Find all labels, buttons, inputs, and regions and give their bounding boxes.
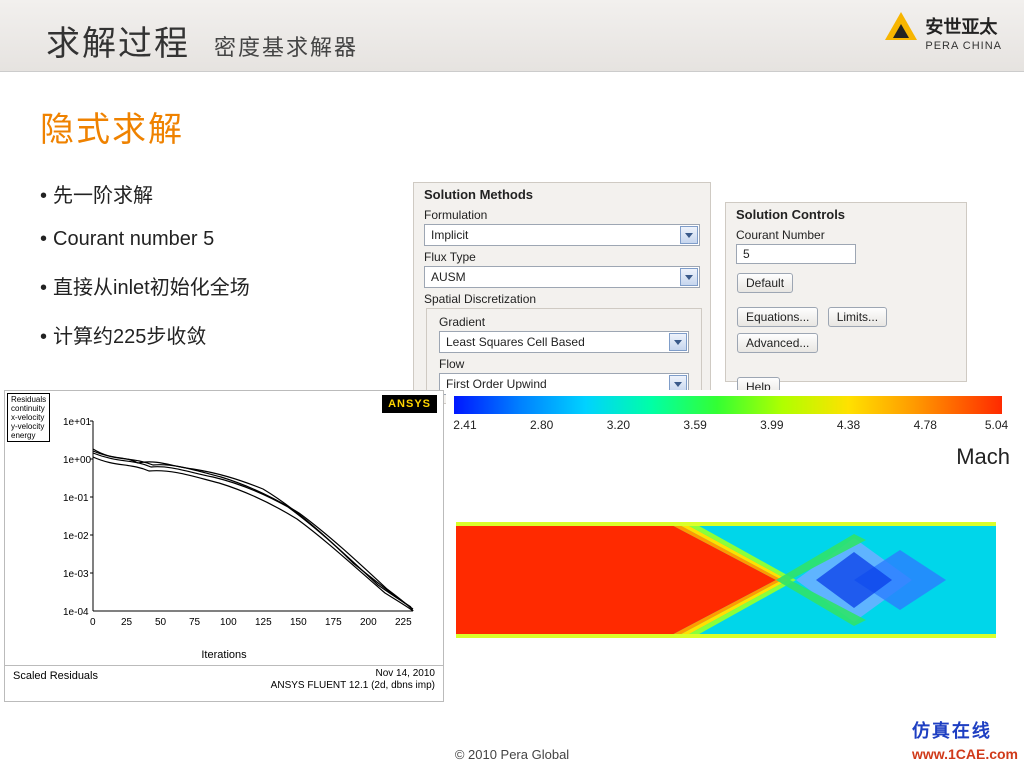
legend-item: x-velocity [11, 413, 46, 422]
bullet-list: 先一阶求解 Courant number 5 直接从inlet初始化全场 计算约… [40, 179, 380, 349]
svg-text:1e+01: 1e+01 [63, 417, 92, 428]
formulation-select[interactable]: Implicit [424, 224, 700, 246]
tick: 3.99 [760, 418, 783, 432]
mach-label: Mach [956, 444, 1010, 470]
section-heading: 隐式求解 [40, 102, 380, 151]
mach-contour-svg [456, 522, 996, 638]
tick: 3.59 [683, 418, 706, 432]
footer-left: Scaled Residuals [13, 670, 98, 682]
flux-type-label: Flux Type [424, 250, 710, 264]
legend-title: Residuals [11, 395, 46, 404]
select-value: Least Squares Cell Based [446, 335, 585, 349]
svg-text:1e+00: 1e+00 [63, 455, 92, 466]
mach-contour-panel: 2.41 2.80 3.20 3.59 3.99 4.38 4.78 5.04 … [446, 390, 1022, 702]
svg-text:1e-04: 1e-04 [63, 607, 89, 618]
tick: 3.20 [607, 418, 630, 432]
svg-text:1e-03: 1e-03 [63, 569, 89, 580]
legend-item: energy [11, 431, 46, 440]
watermark-url: www.1CAE.com [912, 746, 1018, 762]
slide-header: 求解过程 密度基求解器 安世亚太 PERA CHINA [0, 0, 1024, 72]
brand-logo: 安世亚太 PERA CHINA [885, 12, 1002, 52]
tick: 5.04 [985, 418, 1008, 432]
bullet-item: 先一阶求解 [40, 179, 380, 208]
brand-name-en: PERA CHINA [925, 40, 1002, 52]
bullet-item: 直接从inlet初始化全场 [40, 271, 380, 300]
select-value: Implicit [431, 228, 468, 242]
limits-button[interactable]: Limits... [828, 307, 887, 327]
default-button[interactable]: Default [737, 273, 793, 293]
svg-text:0: 0 [90, 617, 96, 628]
svg-text:50: 50 [155, 617, 167, 628]
charts-row: Residuals continuity x-velocity y-veloci… [0, 388, 1024, 718]
residuals-plot-svg: 1e+01 1e+00 1e-01 1e-02 1e-03 1e-04 0 25… [63, 411, 423, 639]
svg-text:25: 25 [121, 617, 133, 628]
courant-number-input[interactable]: 5 [736, 244, 856, 264]
flow-label: Flow [439, 357, 699, 371]
svg-text:150: 150 [290, 617, 307, 628]
formulation-label: Formulation [424, 208, 710, 222]
flux-type-select[interactable]: AUSM [424, 266, 700, 288]
svg-text:1e-01: 1e-01 [63, 493, 89, 504]
solution-controls-panel: Solution Controls Courant Number 5 Defau… [725, 202, 967, 382]
colorbar [454, 396, 1002, 414]
tick: 4.38 [837, 418, 860, 432]
chevron-down-icon [669, 333, 687, 351]
chart-footer: Scaled Residuals Nov 14, 2010 ANSYS FLUE… [5, 665, 443, 701]
left-column: 隐式求解 先一阶求解 Courant number 5 直接从inlet初始化全… [40, 102, 380, 349]
brand-name-cn: 安世亚太 [925, 13, 997, 39]
gradient-label: Gradient [439, 315, 699, 329]
select-value: AUSM [431, 270, 466, 284]
slide-footer: © 2010 Pera Global [0, 747, 1024, 762]
footer-version: ANSYS FLUENT 12.1 (2d, dbns imp) [271, 680, 435, 692]
page-title: 求解过程 [46, 16, 190, 65]
svg-text:100: 100 [220, 617, 237, 628]
panel-title: Solution Methods [424, 187, 710, 202]
footer-date: Nov 14, 2010 [271, 668, 435, 680]
watermark-bottom: 仿真在线 www.1CAE.com [912, 717, 1018, 764]
tick: 4.78 [914, 418, 937, 432]
chevron-down-icon [680, 268, 698, 286]
svg-text:175: 175 [325, 617, 342, 628]
legend-item: y-velocity [11, 422, 46, 431]
gradient-select[interactable]: Least Squares Cell Based [439, 331, 689, 353]
svg-text:225: 225 [395, 617, 412, 628]
bullet-item: Courant number 5 [40, 228, 380, 251]
solution-methods-panel: Solution Methods Formulation Implicit Fl… [413, 182, 711, 400]
advanced-button[interactable]: Advanced... [737, 333, 818, 353]
chevron-down-icon [680, 226, 698, 244]
input-value: 5 [743, 247, 750, 261]
bullet-item: 计算约225步收敛 [40, 320, 380, 349]
panel-title: Solution Controls [736, 207, 966, 222]
legend-item: continuity [11, 404, 46, 413]
spatial-discretization-label: Spatial Discretization [424, 292, 710, 306]
courant-number-label: Courant Number [736, 228, 966, 242]
tick: 2.41 [453, 418, 476, 432]
triangle-icon [885, 12, 917, 40]
x-axis-label: Iterations [5, 649, 443, 661]
svg-text:1e-02: 1e-02 [63, 531, 89, 542]
residuals-chart: Residuals continuity x-velocity y-veloci… [4, 390, 444, 702]
svg-text:200: 200 [360, 617, 377, 628]
residuals-legend: Residuals continuity x-velocity y-veloci… [7, 393, 50, 442]
svg-text:75: 75 [189, 617, 201, 628]
page-subtitle: 密度基求解器 [214, 30, 358, 62]
content-area: 隐式求解 先一阶求解 Courant number 5 直接从inlet初始化全… [0, 72, 1024, 379]
watermark-cn: 仿真在线 [912, 721, 992, 741]
svg-text:125: 125 [255, 617, 272, 628]
tick: 2.80 [530, 418, 553, 432]
equations-button[interactable]: Equations... [737, 307, 818, 327]
